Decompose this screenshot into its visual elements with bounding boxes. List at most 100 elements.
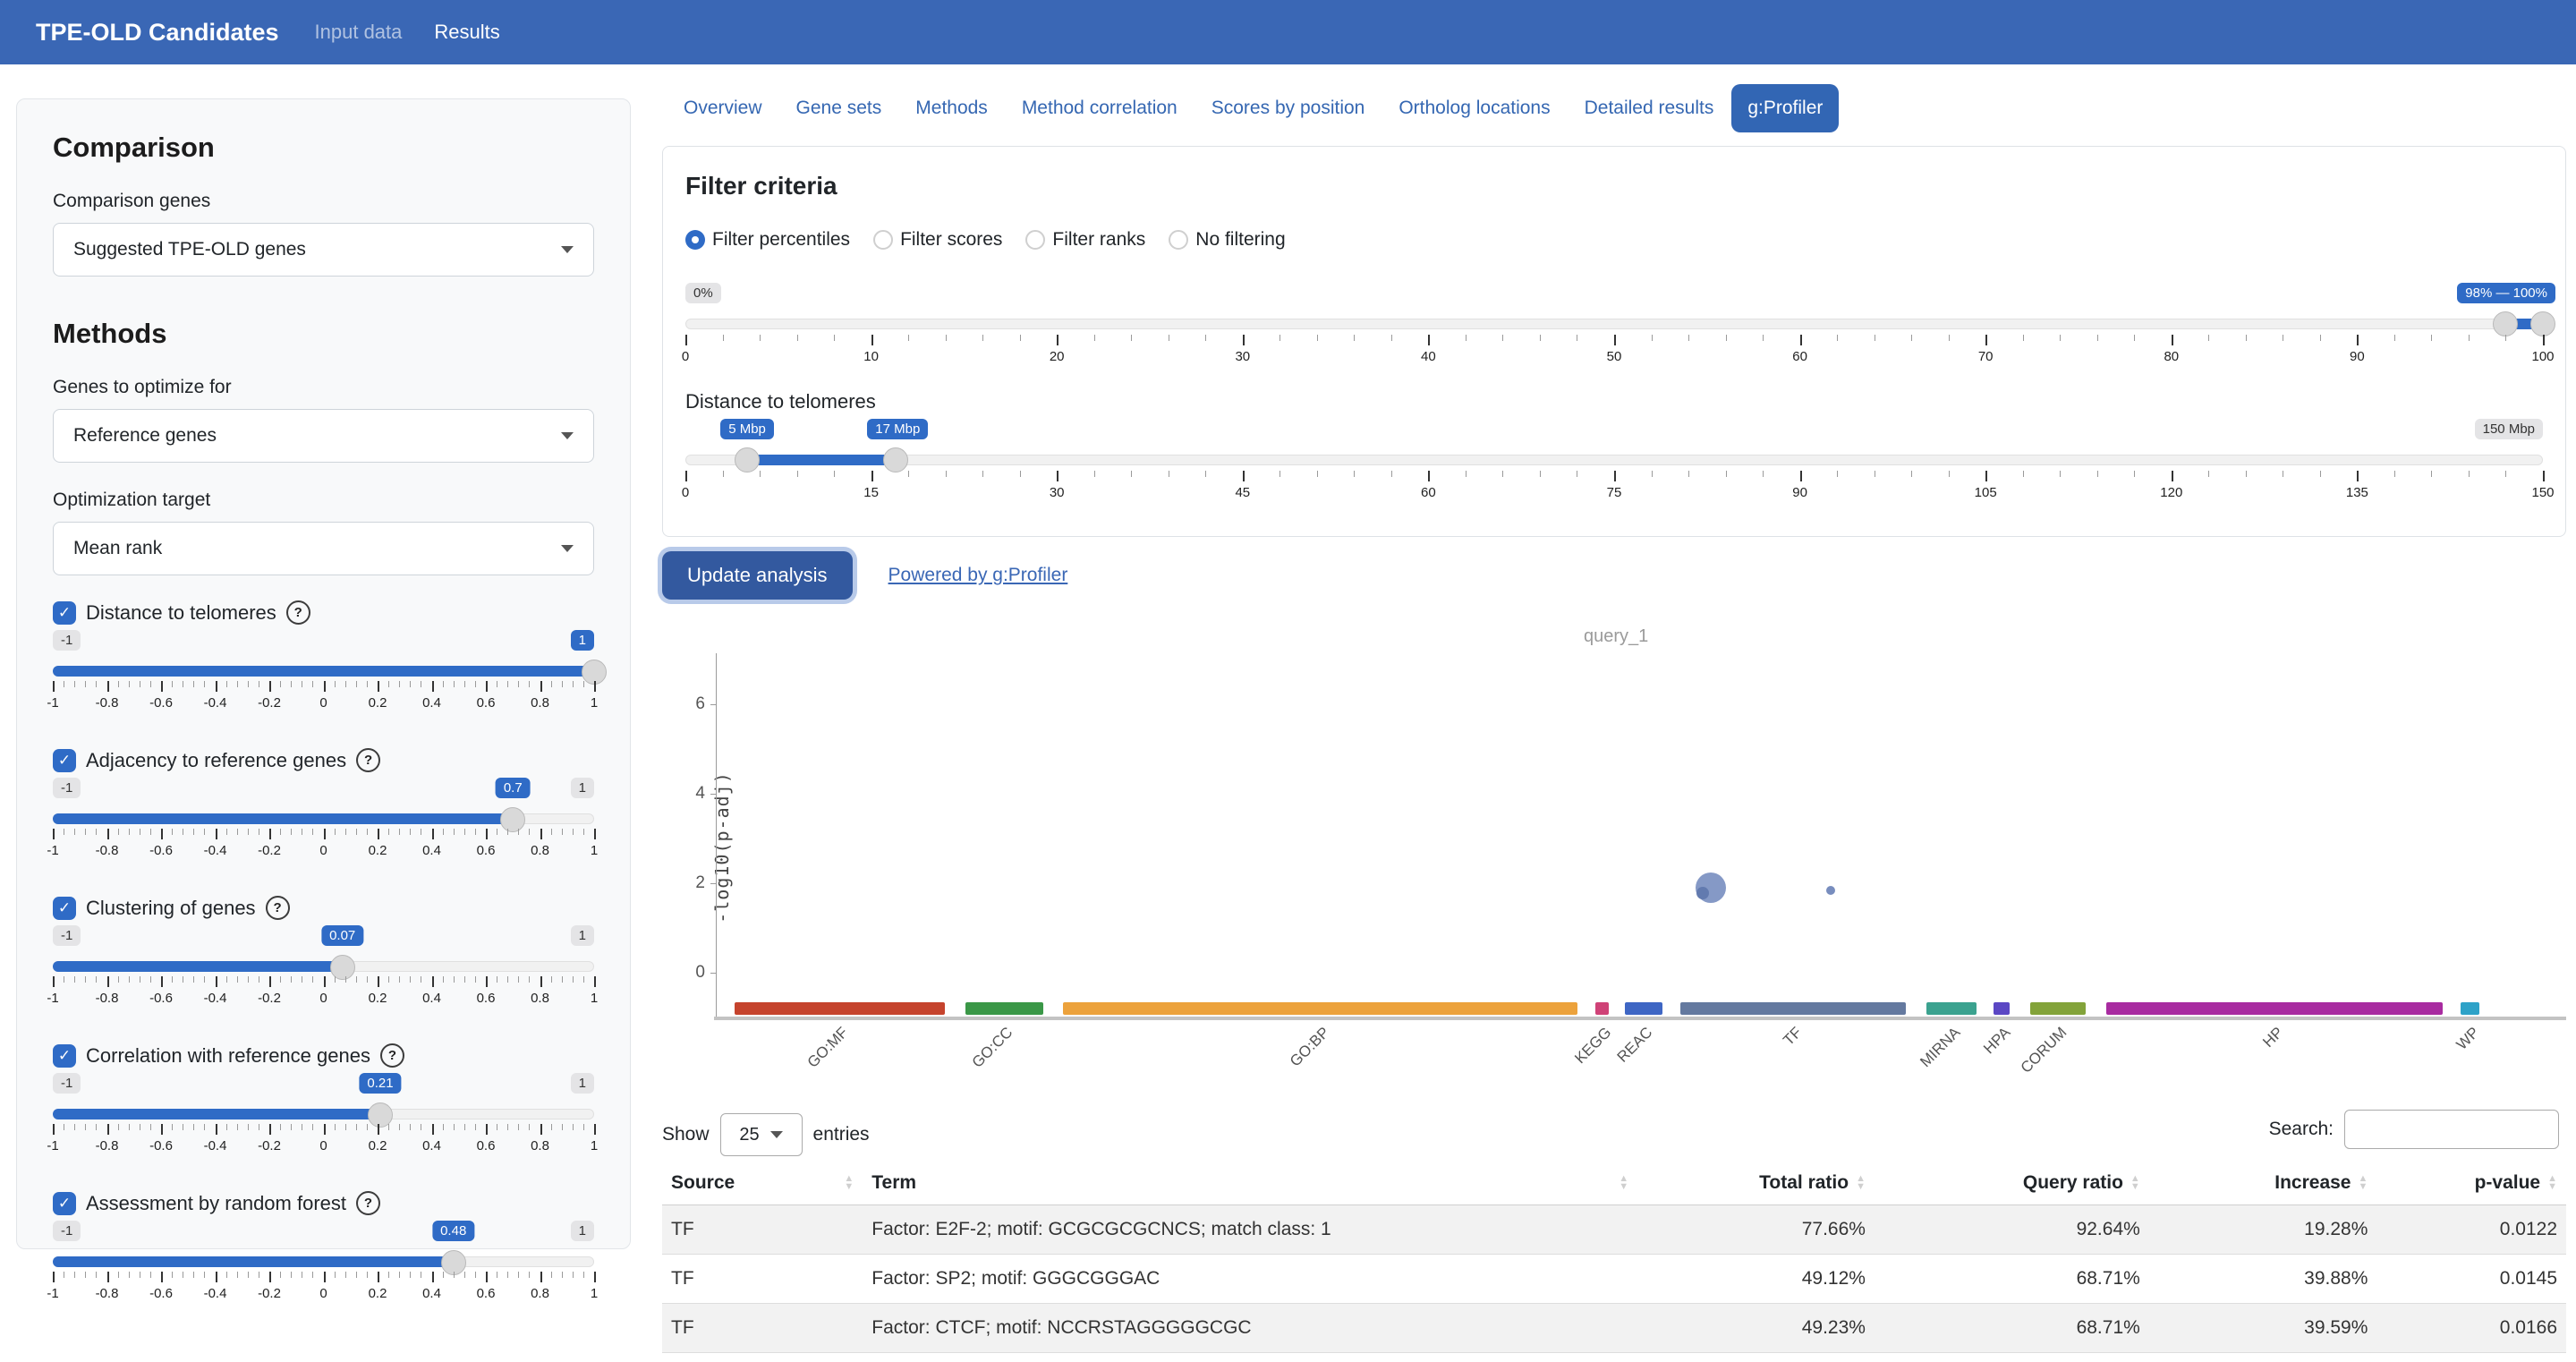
column-header-inner: Total ratio▲▼ — [1646, 1172, 1866, 1194]
column-header-p-value[interactable]: p-value▲▼ — [2376, 1162, 2566, 1205]
percentile-slider-track[interactable] — [685, 319, 2543, 329]
tick-mark — [248, 829, 249, 835]
table-row[interactable]: TFFactor: CTCF; motif: NCCRSTAGGGGGCGC49… — [662, 1304, 2566, 1353]
tab-ortholog-locations[interactable]: Ortholog locations — [1382, 84, 1566, 132]
radio-button-icon[interactable] — [873, 230, 893, 250]
tick-label: 1 — [591, 695, 598, 711]
radio-button-icon[interactable] — [1169, 230, 1188, 250]
tab-scores-by-position[interactable]: Scores by position — [1195, 84, 1382, 132]
data-point[interactable] — [1826, 886, 1835, 895]
tick-mark — [280, 681, 281, 687]
tick-mark — [118, 976, 119, 983]
checkbox-checked-icon[interactable]: ✓ — [53, 749, 76, 772]
tick-mark — [367, 681, 368, 687]
target-select[interactable]: Mean rank — [53, 522, 594, 575]
tick-mark — [551, 1272, 552, 1278]
tick-mark — [193, 1124, 194, 1130]
method-slider: -110.07-1-0.8-0.6-0.4-0.200.20.40.60.81 — [53, 925, 594, 1018]
radio-filter-scores[interactable]: Filter scores — [873, 229, 1002, 251]
radio-filter-percentiles[interactable]: Filter percentiles — [685, 229, 850, 251]
column-header-term[interactable]: Term▲▼ — [863, 1162, 1637, 1205]
optimize-select[interactable]: Reference genes — [53, 409, 594, 463]
help-icon[interactable]: ? — [286, 600, 310, 625]
nav-item-input-data[interactable]: Input data — [315, 21, 403, 44]
tick-label: 0.8 — [531, 1138, 549, 1153]
method-slider: -110.21-1-0.8-0.6-0.4-0.200.20.40.60.81 — [53, 1073, 594, 1166]
tick-mark — [573, 1272, 574, 1278]
comparison-genes-label: Comparison genes — [53, 191, 594, 212]
sort-arrows-icon[interactable]: ▲▼ — [844, 1175, 854, 1191]
tab-g-profiler[interactable]: g:Profiler — [1731, 84, 1839, 132]
tab-methods[interactable]: Methods — [899, 84, 1004, 132]
help-icon[interactable]: ? — [266, 896, 290, 920]
percentile-high-handle[interactable] — [2530, 311, 2555, 336]
checkbox-checked-icon[interactable]: ✓ — [53, 1192, 76, 1215]
powered-by-gprofiler-link[interactable]: Powered by g:Profiler — [888, 565, 1068, 586]
tick-mark — [2357, 335, 2359, 345]
slider-min-badge: -1 — [53, 1221, 81, 1241]
tick-mark — [399, 1124, 400, 1130]
tick-label: 40 — [1421, 349, 1436, 364]
help-icon[interactable]: ? — [380, 1043, 404, 1068]
column-header-query-ratio[interactable]: Query ratio▲▼ — [1875, 1162, 2149, 1205]
tick-mark — [226, 681, 227, 687]
tick-mark — [53, 829, 55, 839]
column-header-increase[interactable]: Increase▲▼ — [2149, 1162, 2377, 1205]
sort-arrows-icon[interactable]: ▲▼ — [2130, 1175, 2140, 1191]
update-analysis-button[interactable]: Update analysis — [662, 551, 853, 600]
tick-label: 0 — [319, 1138, 327, 1153]
nav-item-results[interactable]: Results — [434, 21, 499, 44]
tab-method-correlation[interactable]: Method correlation — [1006, 84, 1194, 132]
source-bar-hp — [2106, 1002, 2443, 1015]
method-slider: -11-1-0.8-0.6-0.4-0.200.20.40.60.81 — [53, 630, 594, 723]
column-header-source[interactable]: Source▲▼ — [662, 1162, 863, 1205]
radio-no-filtering[interactable]: No filtering — [1169, 229, 1285, 251]
table-row[interactable]: TFFactor: E2F-2; motif: GCGCGCGCNCS; mat… — [662, 1205, 2566, 1255]
table-row[interactable]: TFFactor: SP2; motif: GGGCGGGAC49.12%68.… — [662, 1255, 2566, 1304]
radio-button-icon[interactable] — [685, 230, 705, 250]
sort-arrows-icon[interactable]: ▲▼ — [1856, 1175, 1866, 1191]
distance-slider-fill — [747, 455, 896, 465]
tick-label: -0.4 — [204, 1286, 227, 1301]
tick-label: -0.4 — [204, 695, 227, 711]
tab-detailed-results[interactable]: Detailed results — [1569, 84, 1730, 132]
tick-mark — [367, 1124, 368, 1130]
help-icon[interactable]: ? — [356, 748, 380, 772]
tick-mark — [193, 681, 194, 687]
page-length-select[interactable]: 25 — [720, 1113, 803, 1156]
checkbox-checked-icon[interactable]: ✓ — [53, 601, 76, 625]
comparison-genes-select[interactable]: Suggested TPE-OLD genes — [53, 223, 594, 277]
distance-low-handle[interactable] — [735, 447, 760, 472]
table-cell: 19.28% — [2149, 1205, 2377, 1255]
tab-gene-sets[interactable]: Gene sets — [780, 84, 898, 132]
percentile-low-handle[interactable] — [2493, 311, 2518, 336]
tick-mark — [216, 1124, 217, 1135]
tab-overview[interactable]: Overview — [667, 84, 778, 132]
filter-criteria-title: Filter criteria — [685, 172, 2543, 200]
sort-arrows-icon[interactable]: ▲▼ — [1619, 1175, 1628, 1191]
chevron-down-icon — [561, 432, 574, 439]
source-bar-tf — [1680, 1002, 1906, 1015]
checkbox-checked-icon[interactable]: ✓ — [53, 897, 76, 920]
tick-mark — [562, 1124, 563, 1130]
distance-high-handle[interactable] — [883, 447, 908, 472]
tick-label: 1 — [591, 991, 598, 1006]
tick-mark — [1763, 471, 1764, 477]
tick-mark — [237, 829, 238, 835]
radio-filter-ranks[interactable]: Filter ranks — [1025, 229, 1145, 251]
column-header-total-ratio[interactable]: Total ratio▲▼ — [1637, 1162, 1875, 1205]
table-cell: TF — [662, 1255, 863, 1304]
checkbox-checked-icon[interactable]: ✓ — [53, 1044, 76, 1068]
radio-button-icon[interactable] — [1025, 230, 1045, 250]
tick-mark — [335, 1272, 336, 1278]
distance-slider-track[interactable] — [685, 455, 2543, 465]
help-icon[interactable]: ? — [356, 1191, 380, 1215]
tick-mark — [1949, 335, 1950, 341]
sort-arrows-icon[interactable]: ▲▼ — [2547, 1175, 2557, 1191]
tick-mark — [797, 471, 798, 477]
tick-mark — [507, 1124, 508, 1130]
tick-mark — [2246, 335, 2247, 341]
sort-arrows-icon[interactable]: ▲▼ — [2358, 1175, 2368, 1191]
tick-mark — [107, 976, 109, 987]
search-input[interactable] — [2344, 1110, 2559, 1149]
